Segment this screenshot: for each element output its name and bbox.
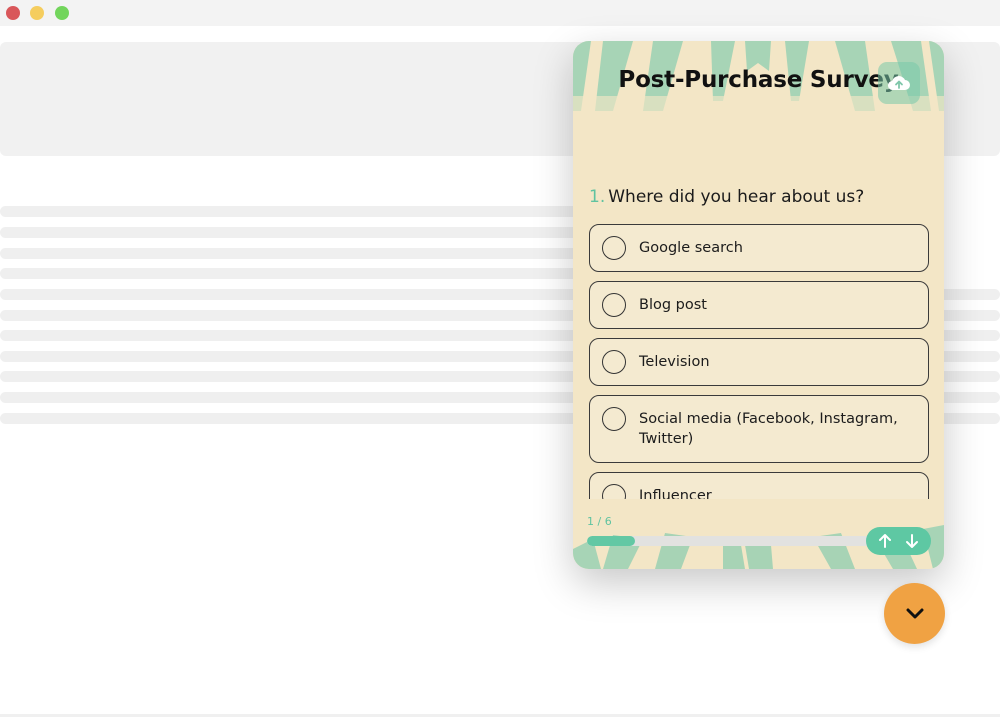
- window-titlebar: [0, 0, 1000, 26]
- option-label: Social media (Facebook, Instagram, Twitt…: [639, 411, 898, 447]
- toggle-survey-button[interactable]: [884, 583, 945, 644]
- placeholder-line: [0, 248, 580, 259]
- option-television[interactable]: Television: [589, 338, 929, 386]
- progress-bar-fill: [587, 536, 635, 546]
- upload-button[interactable]: [878, 62, 920, 104]
- option-social-media[interactable]: Social media (Facebook, Instagram, Twitt…: [589, 395, 929, 463]
- question-number: 1.: [589, 187, 606, 207]
- answer-options: Google search Blog post Television Socia…: [589, 224, 929, 500]
- question: 1. Where did you hear about us?: [589, 187, 864, 207]
- cloud-upload-icon: [887, 76, 910, 91]
- progress-bar: [587, 536, 872, 546]
- radio-button[interactable]: [602, 350, 626, 374]
- minimize-window-button[interactable]: [30, 6, 44, 20]
- radio-button[interactable]: [602, 407, 626, 431]
- arrow-down-icon: [905, 534, 918, 548]
- question-text: Where did you hear about us?: [608, 187, 865, 207]
- chevron-down-icon: [906, 608, 923, 618]
- maximize-window-button[interactable]: [55, 6, 69, 20]
- progress-counter: 1 / 6: [587, 515, 612, 528]
- placeholder-line: [0, 268, 580, 279]
- radio-button[interactable]: [602, 236, 626, 260]
- question-navigation: [866, 527, 931, 555]
- radio-button[interactable]: [602, 484, 626, 500]
- option-influencer[interactable]: Influencer: [589, 472, 929, 500]
- option-blog-post[interactable]: Blog post: [589, 281, 929, 329]
- arrow-up-icon: [879, 534, 892, 548]
- option-label: Influencer: [639, 488, 712, 500]
- placeholder-line: [0, 227, 580, 238]
- option-google-search[interactable]: Google search: [589, 224, 929, 272]
- option-label: Blog post: [639, 297, 707, 313]
- close-window-button[interactable]: [6, 6, 20, 20]
- option-label: Google search: [639, 240, 743, 256]
- placeholder-line: [0, 206, 580, 217]
- option-label: Television: [639, 354, 710, 370]
- radio-button[interactable]: [602, 293, 626, 317]
- survey-widget: Post-Purchase Survey 1. Where did you hea…: [573, 41, 944, 569]
- previous-question-button[interactable]: [873, 529, 897, 553]
- next-question-button[interactable]: [900, 529, 924, 553]
